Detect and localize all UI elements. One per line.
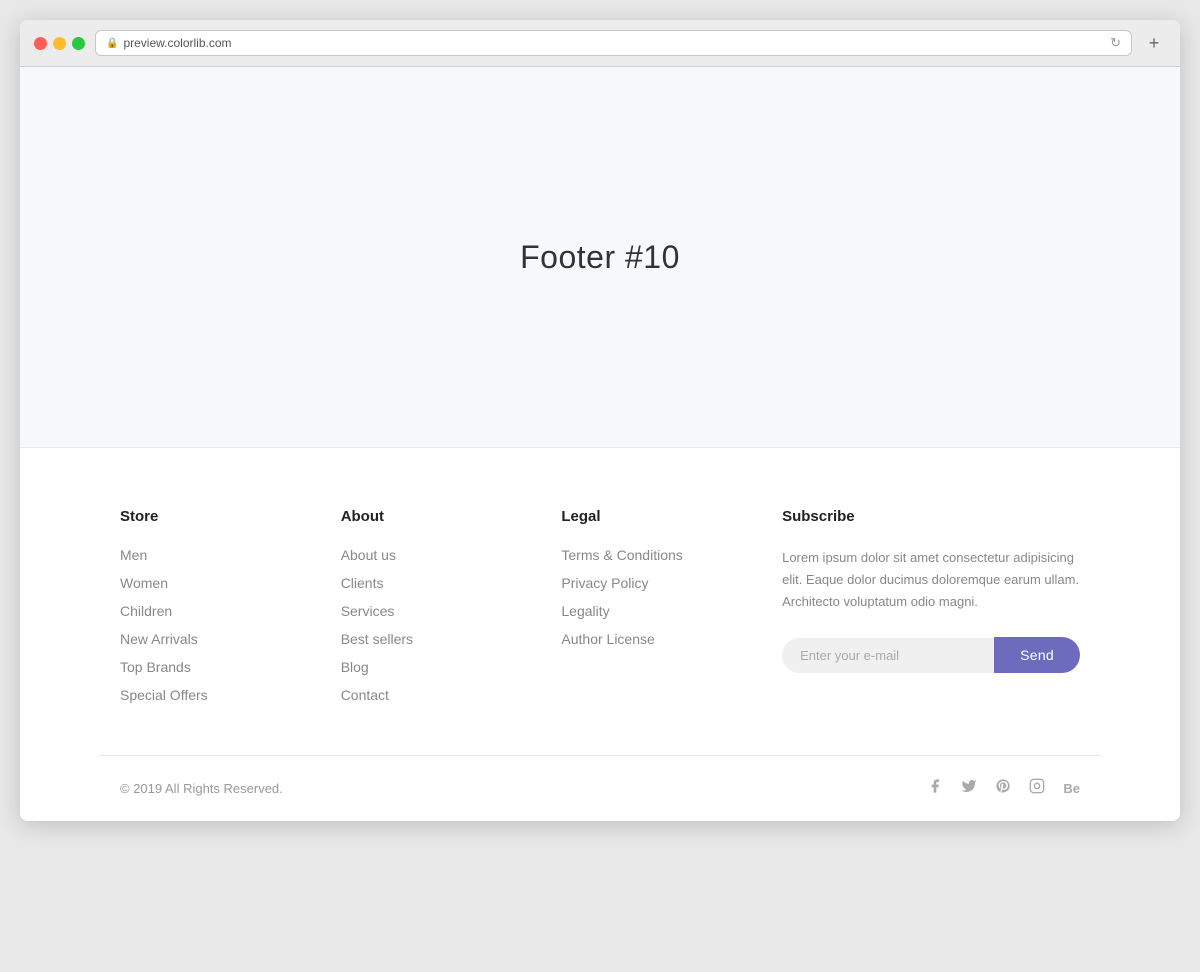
footer-col-about: About About us Clients Services Best sel… [341, 508, 522, 715]
copyright-text: © 2019 All Rights Reserved. [120, 781, 283, 796]
legal-link-author-license[interactable]: Author License [561, 631, 742, 647]
legal-link-legality[interactable]: Legality [561, 603, 742, 619]
address-bar[interactable]: 🔒 preview.colorlib.com ↻ [95, 30, 1132, 56]
subscribe-description: Lorem ipsum dolor sit amet consectetur a… [782, 547, 1080, 613]
footer: Store Men Women Children New Arrivals To… [20, 447, 1180, 821]
instagram-icon[interactable] [1029, 778, 1045, 799]
send-button[interactable]: Send [994, 637, 1080, 673]
footer-col-legal: Legal Terms & Conditions Privacy Policy … [561, 508, 742, 715]
legal-link-privacy[interactable]: Privacy Policy [561, 575, 742, 591]
store-link-top-brands[interactable]: Top Brands [120, 659, 301, 675]
new-tab-button[interactable]: + [1142, 31, 1166, 55]
footer-main: Store Men Women Children New Arrivals To… [100, 448, 1100, 755]
hero-section: Footer #10 [20, 67, 1180, 447]
minimize-button[interactable] [53, 37, 66, 50]
pinterest-icon[interactable] [995, 778, 1011, 799]
about-link-about-us[interactable]: About us [341, 547, 522, 563]
url-text: preview.colorlib.com [123, 36, 231, 50]
store-link-men[interactable]: Men [120, 547, 301, 563]
legal-heading: Legal [561, 508, 742, 525]
about-link-clients[interactable]: Clients [341, 575, 522, 591]
behance-icon[interactable]: Be [1063, 781, 1080, 796]
reload-icon[interactable]: ↻ [1110, 35, 1121, 51]
email-input[interactable] [782, 638, 994, 673]
store-heading: Store [120, 508, 301, 525]
subscribe-heading: Subscribe [782, 508, 1080, 525]
footer-bottom: © 2019 All Rights Reserved. Be [100, 755, 1100, 821]
traffic-lights [34, 37, 85, 50]
footer-col-subscribe: Subscribe Lorem ipsum dolor sit amet con… [782, 508, 1080, 715]
legal-link-terms[interactable]: Terms & Conditions [561, 547, 742, 563]
about-heading: About [341, 508, 522, 525]
page-title: Footer #10 [520, 239, 680, 276]
store-link-women[interactable]: Women [120, 575, 301, 591]
fullscreen-button[interactable] [72, 37, 85, 50]
subscribe-form: Send [782, 637, 1080, 673]
close-button[interactable] [34, 37, 47, 50]
store-link-new-arrivals[interactable]: New Arrivals [120, 631, 301, 647]
about-link-blog[interactable]: Blog [341, 659, 522, 675]
lock-icon: 🔒 [106, 38, 118, 49]
about-link-best-sellers[interactable]: Best sellers [341, 631, 522, 647]
footer-col-store: Store Men Women Children New Arrivals To… [120, 508, 301, 715]
page-content: Footer #10 Store Men Women Children New … [20, 67, 1180, 821]
store-link-children[interactable]: Children [120, 603, 301, 619]
facebook-icon[interactable] [927, 778, 943, 799]
browser-chrome: 🔒 preview.colorlib.com ↻ + [20, 20, 1180, 67]
store-link-special-offers[interactable]: Special Offers [120, 687, 301, 703]
about-link-contact[interactable]: Contact [341, 687, 522, 703]
about-link-services[interactable]: Services [341, 603, 522, 619]
social-icons: Be [927, 778, 1080, 799]
twitter-icon[interactable] [961, 778, 977, 799]
browser-window: 🔒 preview.colorlib.com ↻ + Footer #10 St… [20, 20, 1180, 821]
